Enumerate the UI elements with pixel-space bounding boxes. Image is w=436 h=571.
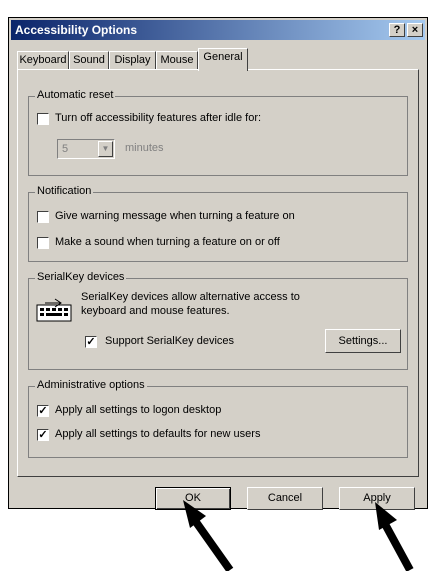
tab-general[interactable]: General xyxy=(198,48,248,71)
arrow-to-apply-icon xyxy=(375,502,414,571)
arrow-to-ok-icon xyxy=(183,500,234,571)
annotation-arrows xyxy=(183,500,414,571)
